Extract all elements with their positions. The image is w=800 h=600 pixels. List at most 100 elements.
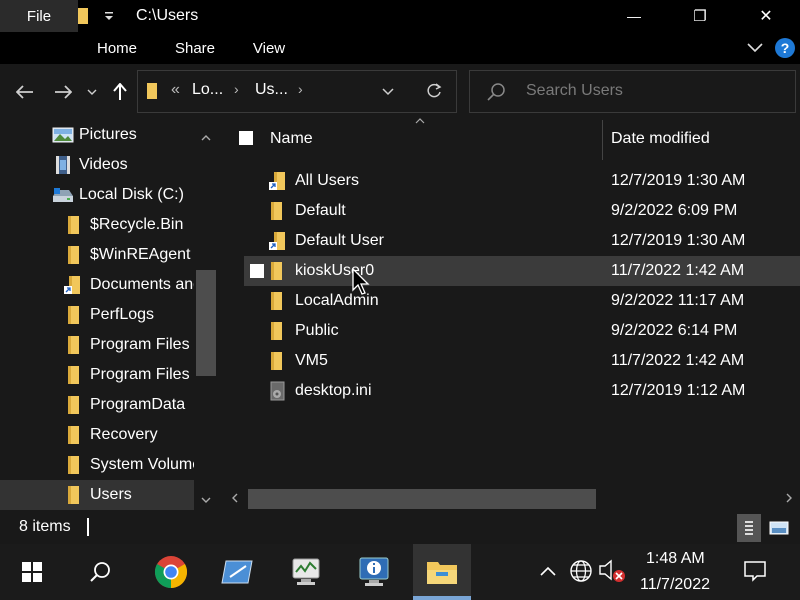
breadcrumb-separator-icon[interactable]: › xyxy=(234,81,239,97)
nav-item-program-files[interactable]: Program Files xyxy=(0,330,194,360)
search-box[interactable]: Search Users xyxy=(469,70,796,113)
folder-icon xyxy=(62,485,84,505)
nav-item-documents-and-settings[interactable]: Documents and Settings xyxy=(0,270,194,300)
column-header-date-modified[interactable]: Date modified xyxy=(611,130,710,148)
folder-icon xyxy=(268,291,288,311)
scroll-up-icon[interactable] xyxy=(200,128,212,148)
help-button[interactable]: ? xyxy=(775,38,795,58)
drive-icon xyxy=(52,185,74,205)
show-hidden-icons-button[interactable] xyxy=(534,556,562,586)
videos-icon xyxy=(52,155,74,175)
file-row[interactable]: All Users 12/7/2019 1:30 AM xyxy=(244,166,800,196)
recent-locations-button[interactable] xyxy=(84,78,100,106)
minimize-icon: — xyxy=(627,8,641,24)
nav-item-pictures[interactable]: Pictures xyxy=(0,120,194,150)
maximize-button[interactable]: ❐ xyxy=(667,0,733,32)
nav-item-label: Videos xyxy=(79,156,128,173)
column-header-name[interactable]: Name xyxy=(270,130,313,148)
folder-icon xyxy=(62,215,84,235)
start-icon xyxy=(22,562,42,582)
nav-item-label: Users xyxy=(90,486,132,503)
system-monitor-taskbar-button[interactable] xyxy=(278,544,334,600)
volume-button[interactable] xyxy=(598,556,626,586)
large-icons-view-icon xyxy=(769,521,789,535)
horizontal-scrollbar-thumb[interactable] xyxy=(248,489,596,509)
forward-button[interactable] xyxy=(50,78,76,106)
info-app-taskbar-button[interactable] xyxy=(346,544,402,600)
file-row[interactable]: Public 9/2/2022 6:14 PM xyxy=(244,316,800,346)
folder-icon xyxy=(268,321,288,341)
folder-icon xyxy=(268,261,288,281)
nav-item-users[interactable]: Users xyxy=(0,480,194,510)
tab-file[interactable]: File xyxy=(0,0,78,32)
tab-view[interactable]: View xyxy=(236,32,302,64)
up-button[interactable] xyxy=(108,78,132,106)
notification-icon xyxy=(744,561,766,582)
file-row[interactable]: VM5 11/7/2022 1:42 AM xyxy=(244,346,800,376)
expand-ribbon-icon[interactable] xyxy=(745,38,765,58)
clock-time[interactable]: 1:48 AM xyxy=(646,550,705,568)
file-row[interactable]: kioskUser0 11/7/2022 1:42 AM xyxy=(244,256,800,286)
tab-home[interactable]: Home xyxy=(84,32,150,64)
search-icon xyxy=(486,82,506,107)
breadcrumb-separator-icon[interactable]: › xyxy=(298,81,303,97)
breadcrumb-users[interactable]: Us... xyxy=(255,81,288,99)
address-history-button[interactable] xyxy=(378,82,398,102)
file-row[interactable]: desktop.ini 12/7/2019 1:12 AM xyxy=(244,376,800,406)
back-arrow-icon xyxy=(16,85,33,99)
navigation-pane-scrollbar-thumb[interactable] xyxy=(196,270,216,376)
app-taskbar-button[interactable] xyxy=(209,544,265,600)
customize-toolbar-icon[interactable] xyxy=(100,6,118,26)
network-button[interactable] xyxy=(567,556,595,586)
close-button[interactable]: ✕ xyxy=(733,0,799,32)
large-icons-view-button[interactable] xyxy=(767,514,791,542)
nav-item-local-disk-c[interactable]: Local Disk (C:) xyxy=(0,180,194,210)
select-all-checkbox[interactable] xyxy=(239,131,253,145)
breadcrumb-overflow[interactable]: « xyxy=(171,81,180,99)
file-date-modified: 12/7/2019 1:30 AM xyxy=(611,232,746,249)
nav-item-perflogs[interactable]: PerfLogs xyxy=(0,300,194,330)
close-icon: ✕ xyxy=(759,8,773,25)
mouse-cursor-icon xyxy=(352,267,370,301)
minimize-button[interactable]: — xyxy=(601,0,667,32)
clock-date[interactable]: 11/7/2022 xyxy=(640,576,710,594)
scroll-left-icon[interactable] xyxy=(229,492,241,504)
nav-item-videos[interactable]: Videos xyxy=(0,150,194,180)
taskbar-search-button[interactable] xyxy=(72,544,128,600)
info-app-icon xyxy=(359,557,389,586)
address-bar[interactable] xyxy=(137,70,457,113)
details-view-button[interactable] xyxy=(737,514,761,542)
start-button[interactable] xyxy=(4,544,60,600)
chrome-taskbar-button[interactable] xyxy=(143,544,199,600)
chrome-icon xyxy=(154,556,188,589)
file-row[interactable]: Default 9/2/2022 6:09 PM xyxy=(244,196,800,226)
file-date-modified: 11/7/2022 1:42 AM xyxy=(611,352,745,369)
nav-item-system-volume-information[interactable]: System Volume Information xyxy=(0,450,194,480)
column-divider[interactable] xyxy=(602,120,603,160)
nav-item-programdata[interactable]: ProgramData xyxy=(0,390,194,420)
scroll-right-icon[interactable] xyxy=(783,492,795,504)
row-checkbox[interactable] xyxy=(250,264,264,278)
maximize-icon: ❐ xyxy=(693,8,707,25)
back-button[interactable] xyxy=(12,78,38,106)
details-view-icon xyxy=(745,521,753,535)
breadcrumb-local-disk[interactable]: Lo... xyxy=(192,81,223,99)
nav-item-recycle-bin[interactable]: $Recycle.Bin xyxy=(0,210,194,240)
nav-item-label: Documents and Settings xyxy=(90,276,194,293)
tab-share[interactable]: Share xyxy=(162,32,228,64)
scroll-down-icon[interactable] xyxy=(200,494,212,506)
window-title: C:\Users xyxy=(136,7,199,24)
file-date-modified: 9/2/2022 6:14 PM xyxy=(611,322,738,339)
nav-item-label: System Volume Information xyxy=(90,456,194,473)
chevron-down-icon xyxy=(87,89,97,95)
nav-item-winreagent[interactable]: $WinREAgent xyxy=(0,240,194,270)
file-row[interactable]: LocalAdmin 9/2/2022 11:17 AM xyxy=(244,286,800,316)
nav-item-recovery[interactable]: Recovery xyxy=(0,420,194,450)
refresh-button[interactable] xyxy=(424,81,444,101)
action-center-button[interactable] xyxy=(740,556,770,586)
file-explorer-taskbar-button[interactable] xyxy=(413,544,471,600)
nav-item-label: Program Files xyxy=(90,336,190,353)
nav-item-program-files-x86[interactable]: Program Files (x86) xyxy=(0,360,194,390)
file-row[interactable]: Default User 12/7/2019 1:30 AM xyxy=(244,226,800,256)
refresh-icon xyxy=(427,83,442,98)
